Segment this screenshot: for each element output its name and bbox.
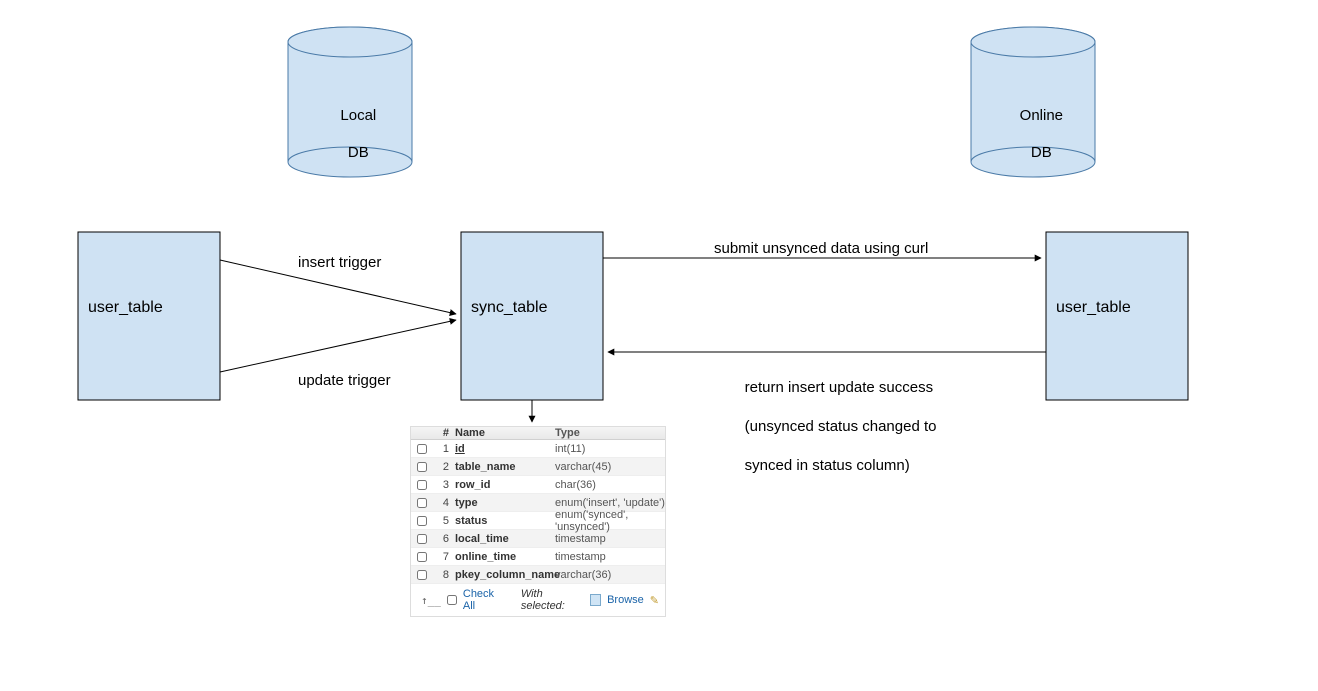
sync-table-schema: # Name Type 1idint(11)2table_namevarchar… <box>410 426 666 617</box>
update-trigger-label: update trigger <box>298 372 391 391</box>
schema-row-name: row_id <box>451 479 551 491</box>
schema-row-checkbox[interactable] <box>417 462 427 472</box>
browse-link[interactable]: Browse <box>607 594 644 606</box>
check-all-checkbox[interactable] <box>447 595 457 605</box>
online-db-line1: Online <box>1020 107 1063 124</box>
schema-row: 5statusenum('synced', 'unsynced') <box>411 512 665 530</box>
schema-row-checkbox[interactable] <box>417 552 427 562</box>
check-all-link[interactable]: Check All <box>463 588 505 612</box>
online-db-line2: DB <box>1031 144 1052 161</box>
user-table-online-label: user_table <box>1056 298 1131 318</box>
schema-row-type: varchar(45) <box>551 461 665 473</box>
schema-footer: ↑__ Check All With selected: Browse ✎ <box>411 584 665 616</box>
return-success-l3: synced in status column) <box>745 457 910 474</box>
sync-table-label: sync_table <box>471 298 548 318</box>
with-selected-label: With selected: <box>521 588 584 612</box>
return-success-l1: return insert update success <box>745 379 933 396</box>
browse-icon <box>590 594 601 606</box>
schema-row-name: table_name <box>451 461 551 473</box>
schema-header-name: Name <box>451 427 551 439</box>
schema-row-num: 8 <box>433 569 451 581</box>
schema-row: 7online_timetimestamp <box>411 548 665 566</box>
schema-row-num: 6 <box>433 533 451 545</box>
return-success-l2: (unsynced status changed to <box>745 418 937 435</box>
schema-row-checkbox[interactable] <box>417 534 427 544</box>
schema-row-num: 3 <box>433 479 451 491</box>
schema-row-checkbox[interactable] <box>417 516 427 526</box>
schema-row-type: int(11) <box>551 443 665 455</box>
schema-row-num: 1 <box>433 443 451 455</box>
schema-row: 1idint(11) <box>411 440 665 458</box>
schema-row: 8pkey_column_namevarchar(36) <box>411 566 665 584</box>
schema-row-type: varchar(36) <box>551 569 665 581</box>
schema-row-name: online_time <box>451 551 551 563</box>
schema-row-num: 7 <box>433 551 451 563</box>
schema-row-num: 5 <box>433 515 451 527</box>
schema-row-checkbox[interactable] <box>417 480 427 490</box>
schema-row: 6local_timetimestamp <box>411 530 665 548</box>
schema-row-checkbox[interactable] <box>417 444 427 454</box>
schema-row-type: timestamp <box>551 551 665 563</box>
schema-row-name: local_time <box>451 533 551 545</box>
return-success-label: return insert update success (unsynced s… <box>728 358 936 495</box>
insert-trigger-label: insert trigger <box>298 254 381 273</box>
schema-row-type: timestamp <box>551 533 665 545</box>
schema-row-type: char(36) <box>551 479 665 491</box>
schema-row-name: type <box>451 497 551 509</box>
schema-header-row: # Name Type <box>411 427 665 440</box>
schema-header-type: Type <box>551 427 665 439</box>
update-trigger-arrow <box>220 320 456 372</box>
diagram-canvas: Local DB Online DB user_table sync_table… <box>0 0 1318 691</box>
user-table-local-label: user_table <box>88 298 163 318</box>
schema-row-num: 4 <box>433 497 451 509</box>
submit-curl-label: submit unsynced data using curl <box>714 240 928 259</box>
pencil-icon: ✎ <box>650 594 659 607</box>
local-db-line1: Local <box>340 107 376 124</box>
schema-row-name: id <box>451 443 551 455</box>
check-all-arrow-icon: ↑__ <box>421 594 441 607</box>
schema-row-type: enum('insert', 'update') <box>551 497 665 509</box>
schema-row-type: enum('synced', 'unsynced') <box>551 509 665 533</box>
schema-row-num: 2 <box>433 461 451 473</box>
schema-row: 2table_namevarchar(45) <box>411 458 665 476</box>
schema-header-num: # <box>433 427 451 439</box>
schema-row-name: status <box>451 515 551 527</box>
local-db-line2: DB <box>348 144 369 161</box>
local-db-label: Local DB <box>300 88 400 182</box>
schema-row: 3row_idchar(36) <box>411 476 665 494</box>
schema-row-checkbox[interactable] <box>417 498 427 508</box>
schema-row-name: pkey_column_name <box>451 569 551 581</box>
schema-row-checkbox[interactable] <box>417 570 427 580</box>
online-db-label: Online DB <box>983 88 1083 182</box>
